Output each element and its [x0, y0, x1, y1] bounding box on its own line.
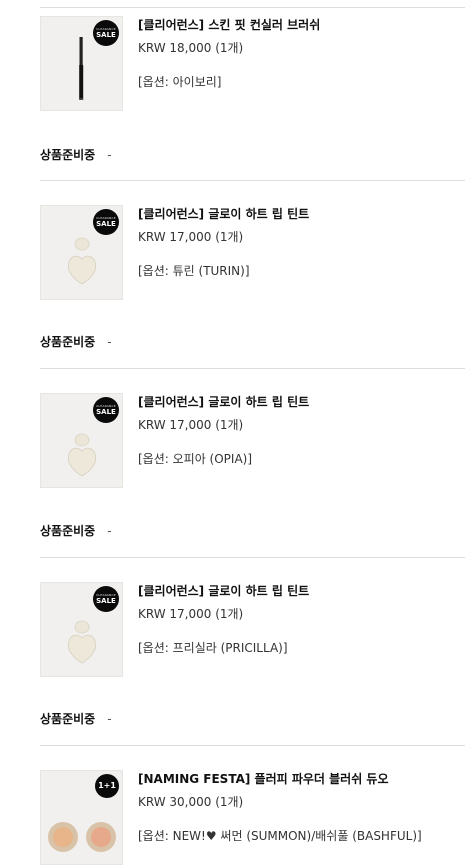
product-thumbnail[interactable]: CLEARANCE SALE: [40, 393, 123, 488]
product-thumbnail[interactable]: CLEARANCE SALE: [40, 582, 123, 677]
sale-badge: CLEARANCE SALE: [93, 586, 119, 612]
status-value: -: [107, 524, 112, 538]
product-name[interactable]: [NAMING FESTA] 플러피 파우더 블러쉬 듀오: [138, 770, 389, 787]
product-name[interactable]: [클리어런스] 글로이 하트 립 틴트: [138, 393, 309, 410]
divider: [40, 557, 465, 558]
one-plus-one-badge: 1+1: [95, 774, 119, 798]
sale-badge: CLEARANCE SALE: [93, 397, 119, 423]
product-price: KRW 17,000 (1개): [138, 230, 244, 244]
order-status: 상품준비중 -: [40, 333, 112, 350]
product-name[interactable]: [클리어런스] 스킨 핏 컨실러 브러쉬: [138, 16, 320, 33]
product-option: [옵션: 프리실라 (PRICILLA)]: [138, 641, 288, 655]
product-name[interactable]: [클리어런스] 글로이 하트 립 틴트: [138, 205, 309, 222]
product-thumbnail[interactable]: CLEARANCE SALE: [40, 16, 123, 111]
product-option: [옵션: NEW!♥ 써먼 (SUMMON)/배쉬풀 (BASHFUL)]: [138, 829, 422, 843]
product-price: KRW 30,000 (1개): [138, 795, 244, 809]
status-value: -: [107, 148, 112, 162]
status-value: -: [107, 712, 112, 726]
product-thumbnail[interactable]: 1+1: [40, 770, 123, 865]
status-value: -: [107, 335, 112, 349]
divider: [40, 7, 465, 8]
product-price: KRW 17,000 (1개): [138, 418, 244, 432]
sale-badge: CLEARANCE SALE: [93, 20, 119, 46]
status-label: 상품준비중: [40, 712, 96, 726]
product-option: [옵션: 오피아 (OPIA)]: [138, 452, 253, 466]
order-status: 상품준비중 -: [40, 710, 112, 727]
product-price: KRW 17,000 (1개): [138, 607, 244, 621]
product-option: [옵션: 아이보리]: [138, 75, 222, 89]
status-label: 상품준비중: [40, 335, 96, 349]
divider: [40, 180, 465, 181]
order-status: 상품준비중 -: [40, 522, 112, 539]
product-thumbnail[interactable]: CLEARANCE SALE: [40, 205, 123, 300]
status-label: 상품준비중: [40, 148, 96, 162]
divider: [40, 745, 465, 746]
product-name[interactable]: [클리어런스] 글로이 하트 립 틴트: [138, 582, 309, 599]
divider: [40, 368, 465, 369]
product-option: [옵션: 튜린 (TURIN)]: [138, 264, 250, 278]
order-status: 상품준비중 -: [40, 146, 112, 163]
status-label: 상품준비중: [40, 524, 96, 538]
sale-badge: CLEARANCE SALE: [93, 209, 119, 235]
product-price: KRW 18,000 (1개): [138, 41, 244, 55]
